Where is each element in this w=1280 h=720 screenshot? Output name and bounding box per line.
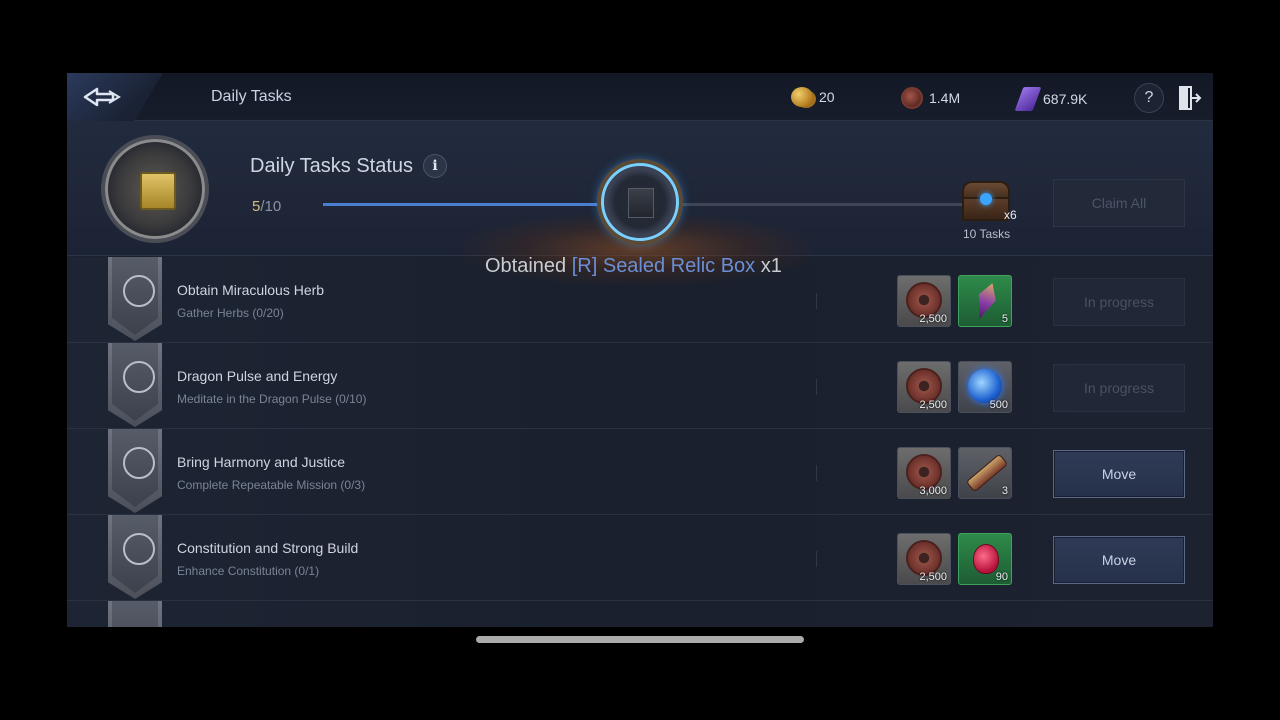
game-screen: Daily Tasks 20 1.4M 687.9K ? Daily Tasks… [67,73,1213,627]
reward-copper-coin[interactable]: 3,000 [897,447,951,499]
toast-suffix: x1 [760,255,782,277]
reward-scroll[interactable]: 3 [958,447,1012,499]
task-banner-herb-icon [108,257,162,341]
task-subtitle: Meditate in the Dragon Pulse (0/10) [177,392,367,406]
info-icon[interactable]: i [423,154,448,178]
chest-quantity: x6 [1004,208,1017,222]
exit-icon[interactable] [1178,85,1202,111]
task-name: Constitution and Strong Build [177,540,359,556]
in-progress-button: In progress [1053,278,1185,326]
in-progress-button: In progress [1053,364,1185,412]
help-button[interactable]: ? [1134,83,1164,113]
reward-qty: 3,000 [919,485,947,497]
status-title-wrap: Daily Tasks Status i [250,154,448,178]
copper-amount: 1.4M [929,90,961,106]
scroll-icon [140,172,176,210]
daily-task-emblem-icon [105,139,205,239]
blue-orb-icon [968,369,1002,403]
red-potion-icon [973,544,999,574]
toast-prefix: Obtained [485,255,567,277]
home-indicator[interactable] [476,636,804,643]
divider [816,551,817,567]
reward-qty: 500 [989,399,1008,411]
back-button[interactable] [67,73,163,121]
progress-total: /10 [260,198,282,215]
reward-qty: 90 [995,571,1008,583]
gold-currency[interactable]: 20 [791,87,835,107]
reward-pendant[interactable]: 5 [958,275,1012,327]
reward-qty: 3 [1001,485,1008,497]
divider [816,379,817,395]
reward-copper-coin[interactable]: 2,500 [897,361,951,413]
task-name: Dragon Pulse and Energy [177,368,338,384]
reward-qty: 2,500 [919,313,947,325]
sealed-relic-box-icon [601,163,679,241]
task-subtitle: Gather Herbs (0/20) [177,306,284,320]
task-name: Obtain Miraculous Herb [177,282,325,298]
task-banner-constitution-icon [108,515,162,599]
progress-fill [323,203,643,206]
task-row [67,601,1213,627]
page-title: Daily Tasks [211,88,292,105]
task-banner-icon [108,601,162,627]
task-banner-justice-icon [108,429,162,513]
task-name: Bring Harmony and Justice [177,454,346,470]
toast-item-name: [R] Sealed Relic Box [571,255,756,277]
move-button[interactable]: Move [1053,536,1185,584]
chest-label: 10 Tasks [963,227,1011,241]
reward-qty: 5 [1001,313,1008,325]
task-subtitle: Enhance Constitution (0/1) [177,564,320,578]
task-row: Dragon Pulse and Energy Meditate in the … [67,343,1213,429]
task-row: Bring Harmony and Justice Complete Repea… [67,429,1213,515]
gold-amount: 20 [819,89,835,105]
purple-crystal-icon [1014,87,1042,111]
reward-qty: 2,500 [919,399,947,411]
reward-qty: 2,500 [919,571,947,583]
divider [816,465,817,481]
reward-copper-coin[interactable]: 2,500 [897,275,951,327]
crystal-currency[interactable]: 687.9K [1014,87,1088,111]
copper-currency[interactable]: 1.4M [901,87,960,109]
copper-coin-icon [901,87,923,109]
divider [816,293,817,309]
reward-potion[interactable]: 90 [958,533,1012,585]
obtained-toast-text: Obtained [R] Sealed Relic Box x1 [485,255,782,278]
top-bar: Daily Tasks 20 1.4M 687.9K ? [67,73,1213,121]
task-banner-meditation-icon [108,343,162,427]
pendant-icon [971,280,1001,322]
progress-count: 5/10 [252,198,281,215]
reward-blue-orb[interactable]: 500 [958,361,1012,413]
move-button[interactable]: Move [1053,450,1185,498]
gold-coins-icon [791,87,813,107]
task-subtitle: Complete Repeatable Mission (0/3) [177,478,366,492]
reward-copper-coin[interactable]: 2,500 [897,533,951,585]
claim-all-button[interactable]: Claim All [1053,179,1185,227]
back-arrow-icon [83,87,121,107]
crystal-amount: 687.9K [1043,91,1088,107]
status-title: Daily Tasks Status [250,154,414,177]
task-row: Constitution and Strong Build Enhance Co… [67,515,1213,601]
